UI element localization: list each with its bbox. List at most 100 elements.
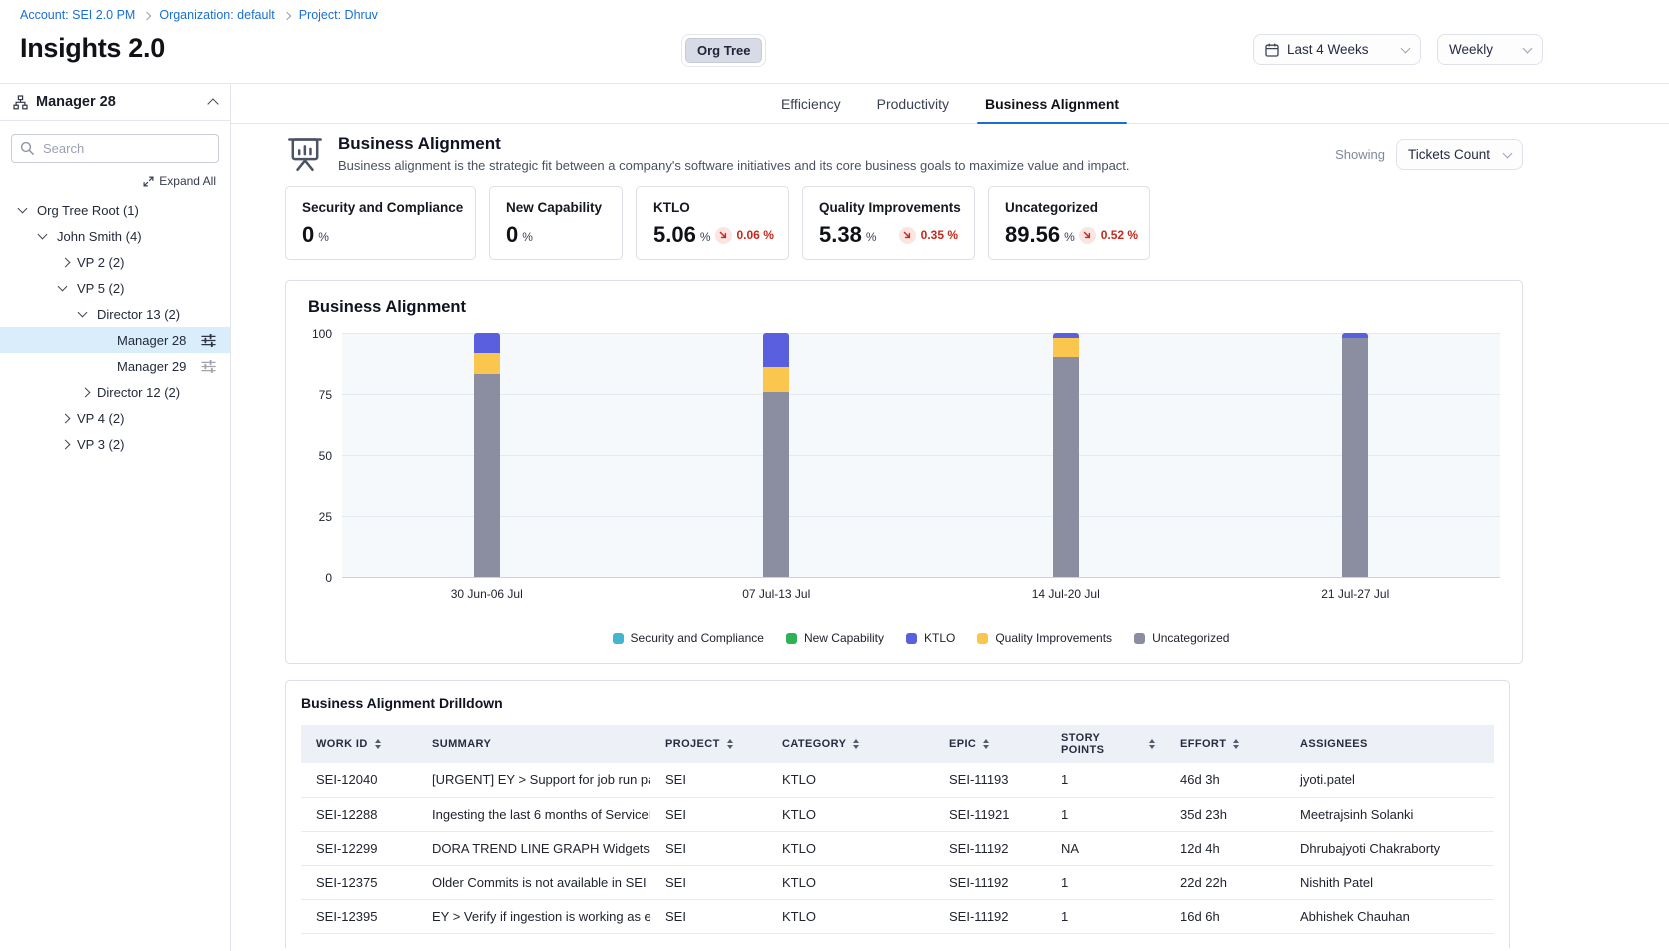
cell: Abhishek Chauhan <box>1285 899 1494 933</box>
cell: KTLO <box>767 865 934 899</box>
insights-tabs: Efficiency Productivity Business Alignme… <box>231 84 1669 124</box>
tree-item-label: Manager 29 <box>117 359 186 374</box>
legend-label: New Capability <box>804 631 884 645</box>
cell: SEI <box>650 763 767 797</box>
column-label: SUMMARY <box>432 738 491 750</box>
delta-badge: 0.06 % <box>715 227 774 244</box>
column-header-summary: SUMMARY <box>417 725 650 763</box>
legend-item-new-capability[interactable]: New Capability <box>786 631 884 645</box>
stat-unit: % <box>1064 230 1075 244</box>
bar-slot <box>1211 334 1501 577</box>
breadcrumb-account-link[interactable]: Account: SEI 2.0 PM <box>20 8 135 22</box>
table-row-sei-12040[interactable]: SEI-12040[URGENT] EY > Support for job r… <box>301 763 1494 797</box>
table-row-sei-12395[interactable]: SEI-12395EY > Verify if ingestion is wor… <box>301 899 1494 933</box>
sort-icon[interactable] <box>1149 739 1155 749</box>
column-header-category[interactable]: CATEGORY <box>767 725 934 763</box>
bar-segment-ktlo[interactable] <box>763 333 789 367</box>
expand-all-button[interactable]: Expand All <box>14 174 216 188</box>
metric-select[interactable]: Tickets Count <box>1396 139 1523 170</box>
tree-item-vp-3[interactable]: VP 3 (2) <box>0 431 230 457</box>
cell: KTLO <box>767 831 934 865</box>
cell: jyoti.patel <box>1285 763 1494 797</box>
breadcrumb-project-link[interactable]: Project: Dhruv <box>299 8 378 22</box>
bar-segment-uncategorized[interactable] <box>1053 357 1079 577</box>
cell: 46d 3h <box>1165 763 1285 797</box>
tree-item-manager-28[interactable]: Manager 28 <box>0 327 230 353</box>
trend-down-icon <box>1079 227 1096 244</box>
cell: SEI <box>650 899 767 933</box>
stacked-bar-14-jul-20-jul[interactable] <box>1053 333 1079 577</box>
stat-value: 5.06 <box>653 224 696 246</box>
stat-unit: % <box>318 230 329 244</box>
bar-slot <box>921 334 1211 577</box>
tree-item-director-13[interactable]: Director 13 (2) <box>0 301 230 327</box>
bar-slot <box>342 334 632 577</box>
sort-icon[interactable] <box>375 739 381 749</box>
tab-efficiency[interactable]: Efficiency <box>781 84 841 123</box>
bar-segment-ktlo[interactable] <box>474 333 500 353</box>
tree-item-org-tree-root[interactable]: Org Tree Root (1) <box>0 197 230 223</box>
sort-icon[interactable] <box>853 739 859 749</box>
tree-item-label: VP 3 (2) <box>77 437 124 452</box>
table-row-sei-12288[interactable]: SEI-12288Ingesting the last 6 months of … <box>301 797 1494 831</box>
cell: Older Commits is not available in SEI - … <box>417 865 650 899</box>
bar-segment-uncategorized[interactable] <box>1342 338 1368 577</box>
date-range-select[interactable]: Last 4 Weeks <box>1253 34 1421 65</box>
sort-icon[interactable] <box>983 739 989 749</box>
bar-segment-uncategorized[interactable] <box>474 374 500 577</box>
cell: [URGENT] EY > Support for job run par... <box>417 763 650 797</box>
table-row-sei-12299[interactable]: SEI-12299DORA TREND LINE GRAPH Widgets i… <box>301 831 1494 865</box>
y-tick-label: 0 <box>325 571 332 585</box>
stat-title: KTLO <box>653 200 772 215</box>
business-alignment-chart-card: Business Alignment 0255075100 30 Jun-06 … <box>285 280 1523 664</box>
cell: 1 <box>1046 797 1165 831</box>
chevron-up-icon[interactable] <box>207 98 218 109</box>
column-header-epic[interactable]: EPIC <box>934 725 1046 763</box>
stat-unit: % <box>522 230 533 244</box>
trend-down-icon <box>899 227 916 244</box>
bar-segment-quality-improvements[interactable] <box>1053 338 1079 358</box>
filter-sliders-icon[interactable] <box>201 334 216 347</box>
granularity-select[interactable]: Weekly <box>1437 34 1543 65</box>
column-header-project[interactable]: PROJECT <box>650 725 767 763</box>
column-header-work-id[interactable]: WORK ID <box>301 725 417 763</box>
stacked-bar-30-jun-06-jul[interactable] <box>474 333 500 577</box>
bar-segment-quality-improvements[interactable] <box>763 367 789 391</box>
stacked-bar-07-jul-13-jul[interactable] <box>763 333 789 577</box>
tree-item-director-12[interactable]: Director 12 (2) <box>0 379 230 405</box>
column-header-effort[interactable]: EFFORT <box>1165 725 1285 763</box>
sort-icon[interactable] <box>1233 739 1239 749</box>
tree-item-label: John Smith (4) <box>57 229 142 244</box>
org-tree: Org Tree Root (1) John Smith (4) VP 2 (2… <box>0 197 230 457</box>
bar-slot <box>632 334 922 577</box>
table-row-sei-12375[interactable]: SEI-12375Older Commits is not available … <box>301 865 1494 899</box>
bar-segment-quality-improvements[interactable] <box>474 353 500 375</box>
bar-segment-uncategorized[interactable] <box>763 392 789 577</box>
tree-item-vp-5[interactable]: VP 5 (2) <box>0 275 230 301</box>
org-hierarchy-icon <box>13 95 28 110</box>
filter-sliders-icon[interactable] <box>201 360 216 373</box>
tree-item-vp-4[interactable]: VP 4 (2) <box>0 405 230 431</box>
org-tree-button[interactable]: Org Tree <box>685 38 762 63</box>
tab-productivity[interactable]: Productivity <box>877 84 949 123</box>
delta-value: 0.06 % <box>737 228 774 242</box>
tree-item-label: Org Tree Root (1) <box>37 203 139 218</box>
chevron-down-icon <box>38 230 48 240</box>
legend-item-ktlo[interactable]: KTLO <box>906 631 955 645</box>
stacked-bar-21-jul-27-jul[interactable] <box>1342 333 1368 577</box>
chart-x-axis: 30 Jun-06 Jul07 Jul-13 Jul14 Jul-20 Jul2… <box>342 587 1500 601</box>
breadcrumb-organization-link[interactable]: Organization: default <box>159 8 274 22</box>
chart-y-axis: 0255075100 <box>308 334 342 578</box>
tab-business-alignment[interactable]: Business Alignment <box>985 84 1119 123</box>
sort-icon[interactable] <box>727 739 733 749</box>
tree-item-vp-2[interactable]: VP 2 (2) <box>0 249 230 275</box>
column-header-story-points[interactable]: STORY POINTS <box>1046 725 1165 763</box>
tree-item-manager-29[interactable]: Manager 29 <box>0 353 230 379</box>
legend-item-uncategorized[interactable]: Uncategorized <box>1134 631 1229 645</box>
legend-item-security-and-compliance[interactable]: Security and Compliance <box>613 631 764 645</box>
stat-card-new-capability: New Capability 0 % <box>489 186 623 260</box>
search-input[interactable] <box>11 134 219 163</box>
legend-item-quality-improvements[interactable]: Quality Improvements <box>977 631 1112 645</box>
cell: 1 <box>1046 899 1165 933</box>
tree-item-john-smith[interactable]: John Smith (4) <box>0 223 230 249</box>
